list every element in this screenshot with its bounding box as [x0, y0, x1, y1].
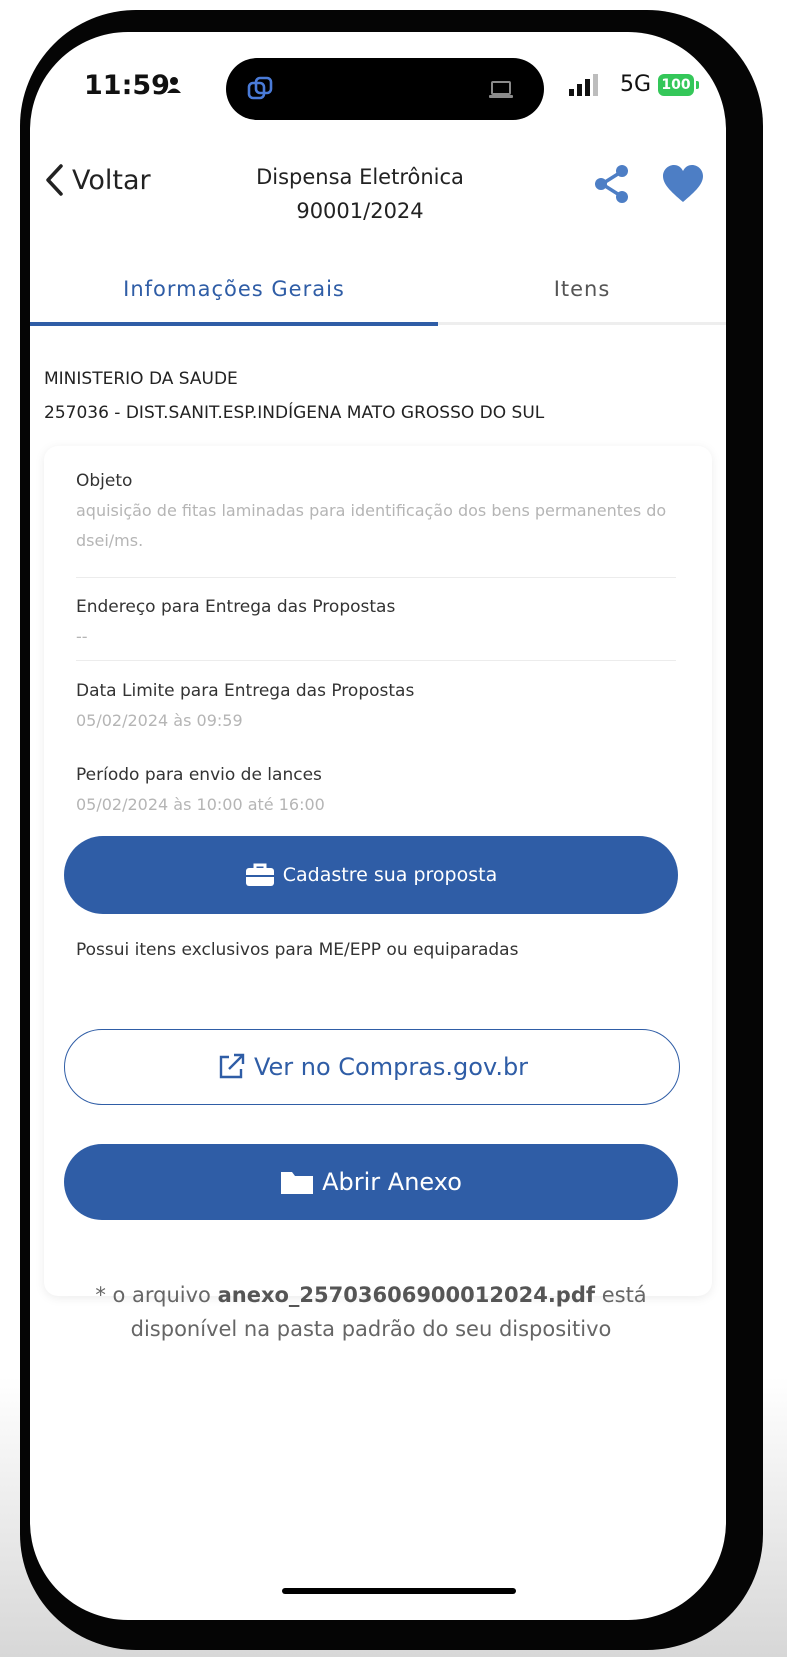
battery-icon: 100 [658, 74, 694, 96]
page-title-line2: 90001/2024 [296, 199, 424, 223]
details-card: Objeto aquisição de fitas laminadas para… [44, 446, 712, 1341]
dynamic-island [226, 58, 544, 120]
field-value: 05/02/2024 às 09:59 [76, 711, 243, 730]
field-periodo-lances: Período para envio de lances 05/02/2024 … [76, 760, 676, 820]
field-label: Endereço para Entrega das Propostas [76, 597, 396, 617]
phone-screen: 11:59 5G 100 Voltar Dispensa Eletrônica … [30, 32, 726, 1620]
submit-proposal-button[interactable]: Cadastre sua proposta [64, 836, 678, 914]
view-compras-label: Ver no Compras.gov.br [253, 1053, 529, 1081]
attachment-footnote: * o arquivo anexo_25703606900012024.pdf … [64, 1278, 678, 1346]
back-label: Voltar [72, 164, 151, 196]
tab-itens[interactable]: Itens [438, 266, 726, 322]
field-value: 05/02/2024 às 10:00 até 16:00 [76, 795, 325, 814]
field-label: Data Limite para Entrega das Propostas [76, 681, 415, 701]
field-objeto: Objeto aquisição de fitas laminadas para… [76, 466, 676, 556]
footnote-prefix: * o arquivo [95, 1283, 211, 1307]
briefcase-icon [245, 863, 274, 886]
open-attachment-label: Abrir Anexo [322, 1168, 462, 1196]
top-navigation: Voltar Dispensa Eletrônica 90001/2024 [30, 160, 726, 240]
person-icon [167, 77, 181, 93]
field-value: -- [76, 627, 88, 646]
field-label: Período para envio de lances [76, 765, 322, 785]
status-time: 11:59 [84, 70, 170, 101]
home-indicator[interactable] [282, 1588, 516, 1594]
page-title: Dispensa Eletrônica 90001/2024 [200, 160, 520, 228]
chevron-left-icon [46, 164, 63, 196]
battery-tip [696, 81, 699, 89]
submit-proposal-label: Cadastre sua proposta [282, 864, 498, 886]
tab-bar: Informações Gerais Itens [30, 266, 726, 326]
organization-name: MINISTERIO DA SAUDE [44, 369, 238, 389]
organization-info: MINISTERIO DA SAUDE 257036 - DIST.SANIT.… [44, 362, 704, 430]
status-bar: 11:59 5G 100 [30, 32, 726, 122]
network-type: 5G [620, 72, 652, 97]
organization-unit: 257036 - DIST.SANIT.ESP.INDÍGENA MATO GR… [44, 403, 545, 423]
open-attachment-button[interactable]: Abrir Anexo [64, 1144, 678, 1220]
favorite-heart-icon[interactable] [662, 164, 704, 204]
page-title-line1: Dispensa Eletrônica [256, 165, 464, 189]
field-label: Objeto [76, 471, 133, 491]
divider [76, 660, 676, 661]
share-icon[interactable] [592, 164, 632, 204]
footnote-filename: anexo_25703606900012024.pdf [217, 1283, 596, 1307]
field-value: aquisição de fitas laminadas para identi… [76, 501, 667, 550]
tab-informacoes-gerais[interactable]: Informações Gerais [30, 266, 438, 326]
view-compras-button[interactable]: Ver no Compras.gov.br [64, 1029, 680, 1105]
folder-icon [281, 1172, 314, 1194]
screen-mirror-icon [247, 76, 273, 100]
signal-icon [569, 74, 598, 96]
laptop-icon [489, 81, 513, 98]
field-endereco-entrega: Endereço para Entrega das Propostas -- [76, 592, 676, 652]
external-link-icon [219, 1053, 245, 1079]
divider [76, 577, 676, 578]
back-button[interactable]: Voltar [44, 160, 151, 200]
field-data-limite: Data Limite para Entrega das Propostas 0… [76, 676, 676, 736]
exclusive-items-note: Possui itens exclusivos para ME/EPP ou e… [76, 940, 519, 960]
